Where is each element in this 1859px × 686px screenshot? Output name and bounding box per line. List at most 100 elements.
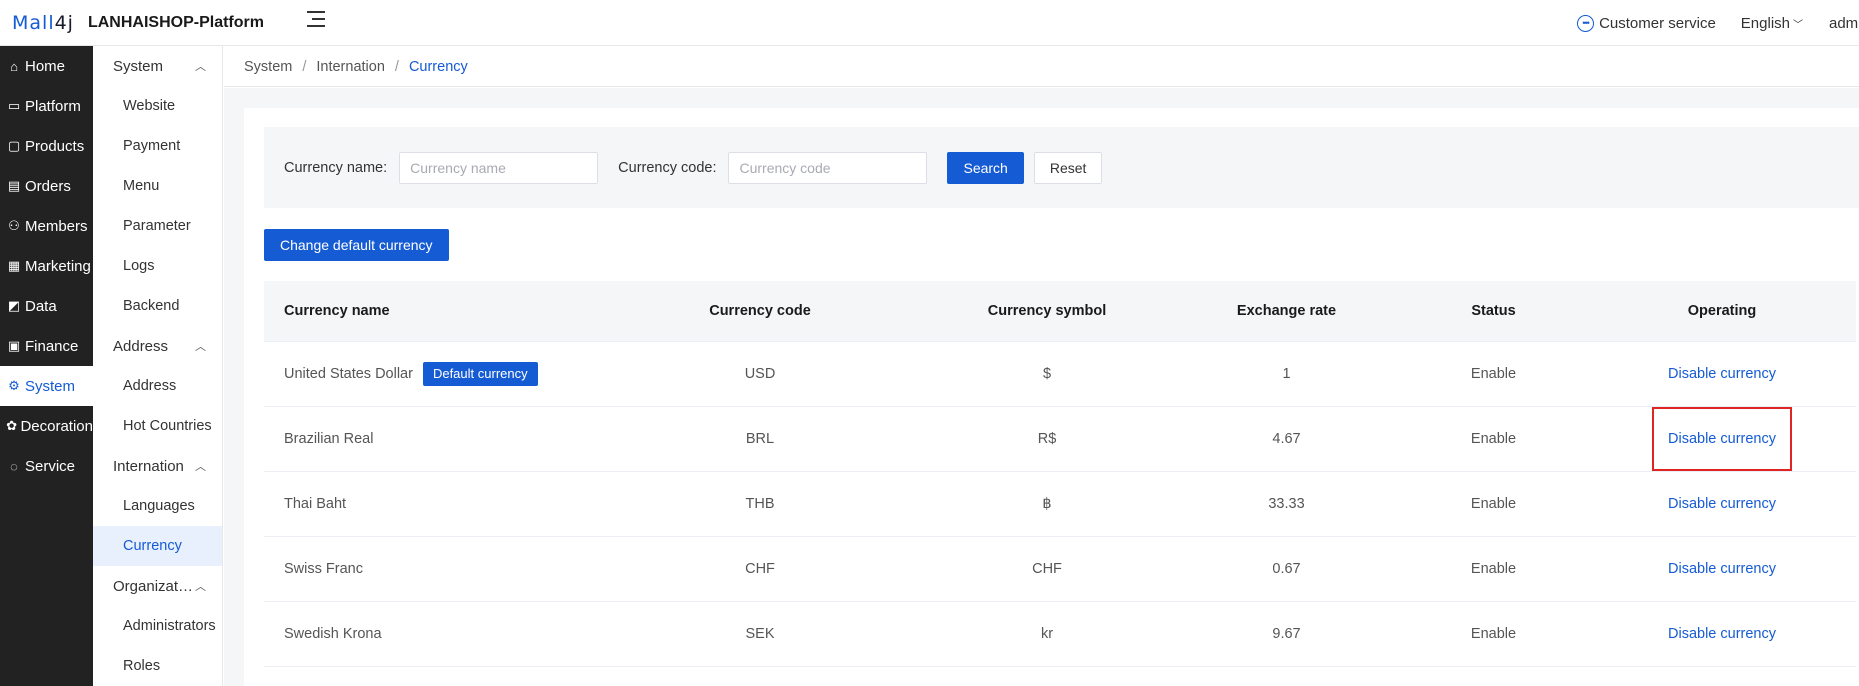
subnav-item-roles[interactable]: Roles xyxy=(93,646,222,686)
breadcrumb-system[interactable]: System xyxy=(244,59,292,75)
subnav-item-backend[interactable]: Backend xyxy=(93,286,222,326)
subnav-item-payment[interactable]: Payment xyxy=(93,126,222,166)
chat-icon: ◌ xyxy=(10,458,18,474)
cell-currency-name: Thai Baht xyxy=(264,471,600,537)
col-header-currency-name: Currency name xyxy=(264,281,600,342)
cell-operating: Disable currency xyxy=(1588,406,1856,472)
home-icon: ⌂ xyxy=(10,58,18,74)
currency-name-label: Currency name: xyxy=(284,159,388,176)
breadcrumb: System / Internation / Currency xyxy=(224,47,1859,87)
cell-exchange-rate: 0.67 xyxy=(1174,536,1399,602)
breadcrumb-internation[interactable]: Internation xyxy=(316,59,385,75)
subnav-item-languages[interactable]: Languages xyxy=(93,486,222,526)
currency-name-input[interactable] xyxy=(399,151,599,184)
table-row: Thai Baht THB ฿ 33.33 Enable Disable cur… xyxy=(264,471,1856,537)
table-row: Swedish Krona SEK kr 9.67 Enable Disable… xyxy=(264,601,1856,667)
nav-item-system[interactable]: ⚙ System xyxy=(0,366,93,406)
gift-icon: ▦ xyxy=(7,258,21,273)
col-header-status: Status xyxy=(1399,281,1588,342)
nav-item-home[interactable]: ⌂ Home xyxy=(0,46,93,86)
nav-item-service[interactable]: ◌ Service xyxy=(0,446,93,486)
subnav-item-administrators[interactable]: Administrators xyxy=(93,606,222,646)
subnav-item-menu[interactable]: Menu xyxy=(93,166,222,206)
subnav-group-system[interactable]: System ︿ xyxy=(93,46,222,86)
cell-operating: Disable currency xyxy=(1588,601,1856,667)
col-header-operating: Operating xyxy=(1588,281,1856,342)
table-row: Swiss Franc CHF CHF 0.67 Enable Disable … xyxy=(264,536,1856,602)
currency-table: Currency name Currency code Currency sym… xyxy=(264,281,1856,667)
product-icon: ▢ xyxy=(7,138,21,153)
cell-currency-symbol: ฿ xyxy=(920,471,1174,537)
search-button[interactable]: Search xyxy=(947,151,1024,184)
cell-exchange-rate: 1 xyxy=(1174,341,1399,407)
cell-currency-symbol: R$ xyxy=(920,406,1174,472)
chevron-up-icon: ︿ xyxy=(195,61,206,73)
cell-currency-name: Swiss Franc xyxy=(264,536,600,602)
col-header-currency-code: Currency code xyxy=(600,281,920,342)
cell-exchange-rate: 33.33 xyxy=(1174,471,1399,537)
subnav-group-internation[interactable]: Internation ︿ xyxy=(93,446,222,486)
subnav-item-website[interactable]: Website xyxy=(93,86,222,126)
disable-currency-link[interactable]: Disable currency xyxy=(1668,626,1776,642)
monitor-icon: ▭ xyxy=(7,98,21,113)
subnav-item-logs[interactable]: Logs xyxy=(93,246,222,286)
table-row: Brazilian Real BRL R$ 4.67 Enable Disabl… xyxy=(264,406,1856,472)
top-header: Mall 4j LANHAISHOP-Platform ••• Customer … xyxy=(0,0,1859,46)
disable-currency-link[interactable]: Disable currency xyxy=(1668,431,1776,447)
chevron-down-icon: ﹀ xyxy=(1793,19,1803,31)
subnav-item-address[interactable]: Address xyxy=(93,366,222,406)
nav-item-platform[interactable]: ▭ Platform xyxy=(0,86,93,126)
cell-status: Enable xyxy=(1399,471,1588,537)
cell-currency-code: CHF xyxy=(600,536,920,602)
mall4j-logo[interactable]: Mall 4j xyxy=(12,12,74,34)
customer-service-link[interactable]: ••• Customer service xyxy=(1577,14,1716,32)
orders-icon: ▤ xyxy=(7,178,21,193)
change-default-currency-button[interactable]: Change default currency xyxy=(264,229,449,261)
cell-currency-code: SEK xyxy=(600,601,920,667)
cell-currency-name: Brazilian Real xyxy=(264,406,600,472)
chart-icon: ◩ xyxy=(7,298,21,313)
col-header-exchange-rate: Exchange rate xyxy=(1174,281,1399,342)
cell-status: Enable xyxy=(1399,536,1588,602)
nav-item-products[interactable]: ▢ Products xyxy=(0,126,93,166)
subnav-item-parameter[interactable]: Parameter xyxy=(93,206,222,246)
subnav-group-organization[interactable]: Organizat… ︿ xyxy=(93,566,222,606)
breadcrumb-separator: / xyxy=(394,58,399,75)
gear-icon: ⚙ xyxy=(8,378,20,393)
nav-item-orders[interactable]: ▤ Orders xyxy=(0,166,93,206)
cell-exchange-rate: 9.67 xyxy=(1174,601,1399,667)
cell-currency-symbol: kr xyxy=(920,601,1174,667)
nav-item-marketing[interactable]: ▦ Marketing xyxy=(0,246,93,286)
platform-title: LANHAISHOP-Platform xyxy=(87,13,264,31)
header-right: ••• Customer service English ﹀ admin xyxy=(1577,0,1859,46)
cell-currency-code: BRL xyxy=(600,406,920,472)
nav-item-finance[interactable]: ▣ Finance xyxy=(0,326,93,366)
main-sidebar: ⌂ Home ▭ Platform ▢ Products ▤ Orders ⚇ Membe… xyxy=(0,46,93,686)
user-menu[interactable]: admin xyxy=(1829,15,1859,32)
language-dropdown[interactable]: English ﹀ xyxy=(1741,15,1803,32)
cell-currency-symbol: CHF xyxy=(920,536,1174,602)
disable-currency-link[interactable]: Disable currency xyxy=(1668,496,1776,512)
nav-item-data[interactable]: ◩ Data xyxy=(0,286,93,326)
subnav-item-hot-countries[interactable]: Hot Countries xyxy=(93,406,222,446)
reset-button[interactable]: Reset xyxy=(1033,151,1103,184)
subnav-item-currency[interactable]: Currency xyxy=(93,526,222,566)
menu-toggle-icon[interactable] xyxy=(307,11,325,27)
currency-code-label: Currency code: xyxy=(618,159,717,176)
nav-item-decoration[interactable]: ✿ Decoration xyxy=(0,406,93,446)
currency-code-input[interactable] xyxy=(728,151,928,184)
cell-currency-code: THB xyxy=(600,471,920,537)
cell-currency-name: United States Dollar Default currency xyxy=(264,341,600,407)
cell-currency-code: USD xyxy=(600,341,920,407)
cell-status: Enable xyxy=(1399,341,1588,407)
sub-sidebar: System ︿ Website Payment Menu Parameter L… xyxy=(93,46,223,686)
nav-item-members[interactable]: ⚇ Members xyxy=(0,206,93,246)
disable-currency-link[interactable]: Disable currency xyxy=(1668,366,1776,382)
cell-status: Enable xyxy=(1399,601,1588,667)
cell-currency-symbol: $ xyxy=(920,341,1174,407)
subnav-group-address[interactable]: Address ︿ xyxy=(93,326,222,366)
disable-currency-link[interactable]: Disable currency xyxy=(1668,561,1776,577)
search-panel: Currency name: Currency code: Search Res… xyxy=(264,127,1859,208)
breadcrumb-separator: / xyxy=(302,58,307,75)
table-header-row: Currency name Currency code Currency sym… xyxy=(264,281,1856,342)
